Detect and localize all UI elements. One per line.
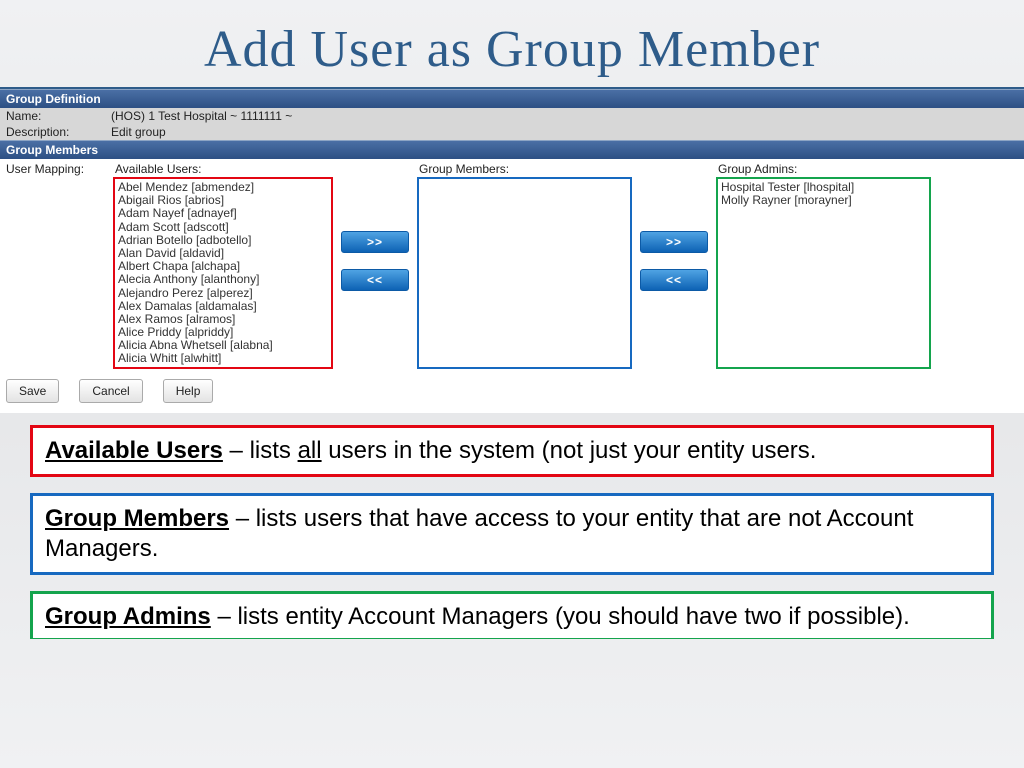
list-item[interactable]: Molly Rayner [morayner] <box>720 194 927 207</box>
callout-available-lead: Available Users <box>45 437 223 464</box>
members-arrows: >> << <box>341 231 409 291</box>
callout-available-rest: users in the system (not just your entit… <box>322 437 817 464</box>
group-admins-listbox[interactable]: Hospital Tester [lhospital]Molly Rayner … <box>716 177 931 369</box>
available-users-column: Available Users: Abel Mendez [abmendez]A… <box>113 161 333 369</box>
admins-arrows: >> << <box>640 231 708 291</box>
save-button[interactable]: Save <box>6 379 59 403</box>
list-item[interactable]: Alishia Dover-Wadley [aldover] <box>117 366 329 369</box>
group-definition-panel: Group Definition Name: (HOS) 1 Test Hosp… <box>0 89 1024 413</box>
group-members-label: Group Members: <box>417 161 632 177</box>
group-definition-header: Group Definition <box>0 89 1024 108</box>
name-row: Name: (HOS) 1 Test Hospital ~ 1111111 ~ <box>0 108 1024 124</box>
list-item[interactable]: Alejandro Perez [alperez] <box>117 287 329 300</box>
description-row: Description: Edit group <box>0 124 1024 140</box>
group-admins-column: Group Admins: Hospital Tester [lhospital… <box>716 161 931 369</box>
remove-from-admins-button[interactable]: << <box>640 269 708 291</box>
list-item[interactable]: Adam Nayef [adnayef] <box>117 207 329 220</box>
list-item[interactable]: Adam Scott [adscott] <box>117 221 329 234</box>
name-value: (HOS) 1 Test Hospital ~ 1111111 ~ <box>111 109 292 123</box>
move-to-admins-button[interactable]: >> <box>640 231 708 253</box>
move-to-members-button[interactable]: >> <box>341 231 409 253</box>
page-title: Add User as Group Member <box>0 0 1024 89</box>
description-label: Description: <box>6 125 111 139</box>
description-value: Edit group <box>111 125 166 139</box>
group-members-header: Group Members <box>0 140 1024 159</box>
legend-callouts: Available Users – lists all users in the… <box>0 413 1024 639</box>
list-item[interactable]: Alex Damalas [aldamalas] <box>117 300 329 313</box>
callout-group-admins: Group Admins – lists entity Account Mana… <box>30 591 994 639</box>
name-label: Name: <box>6 109 111 123</box>
available-users-label: Available Users: <box>113 161 333 177</box>
callout-group-members: Group Members – lists users that have ac… <box>30 493 994 575</box>
user-mapping-label: User Mapping: <box>6 161 105 176</box>
callout-members-lead: Group Members <box>45 505 229 532</box>
callout-admins-lead: Group Admins <box>45 603 211 630</box>
remove-from-members-button[interactable]: << <box>341 269 409 291</box>
group-members-column: Group Members: <box>417 161 632 369</box>
action-buttons-row: Save Cancel Help <box>0 369 1024 407</box>
list-item[interactable]: Alecia Anthony [alanthony] <box>117 273 329 286</box>
callout-admins-rest: – lists entity Account Managers (you sho… <box>211 603 910 630</box>
help-button[interactable]: Help <box>163 379 214 403</box>
callout-available-underline: all <box>298 437 322 464</box>
available-users-listbox[interactable]: Abel Mendez [abmendez]Abigail Rios [abri… <box>113 177 333 369</box>
group-members-listbox[interactable] <box>417 177 632 369</box>
group-admins-label: Group Admins: <box>716 161 931 177</box>
callout-available-sep: – lists <box>223 437 298 464</box>
cancel-button[interactable]: Cancel <box>79 379 142 403</box>
list-item[interactable]: Adrian Botello [adbotello] <box>117 234 329 247</box>
callout-available-users: Available Users – lists all users in the… <box>30 425 994 477</box>
list-item[interactable]: Alicia Whitt [alwhitt] <box>117 352 329 365</box>
user-mapping-area: User Mapping: Available Users: Abel Mend… <box>0 159 1024 369</box>
